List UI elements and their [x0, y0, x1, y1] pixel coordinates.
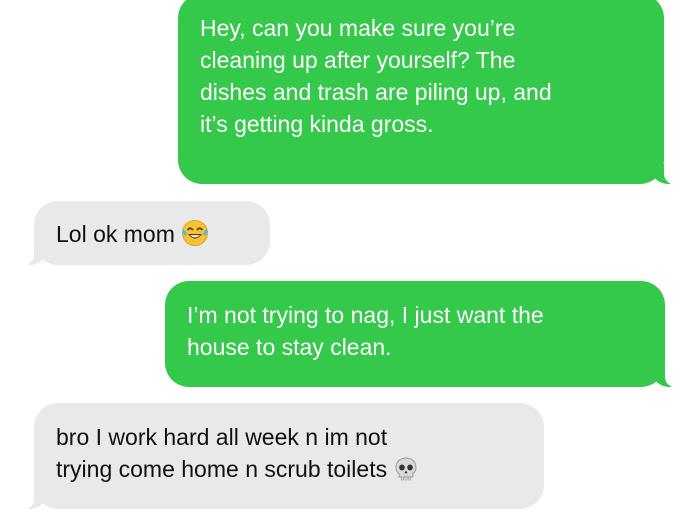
message-thread: Hey, can you make sure you’re cleaning u… [0, 0, 700, 524]
message-line: Hey, can you make sure you’re [200, 15, 516, 41]
face-with-tears-of-joy-icon [181, 219, 209, 255]
sent-message-bubble[interactable]: Hey, can you make sure you’re cleaning u… [178, 0, 680, 184]
bubble-tail [653, 365, 681, 387]
message-line: dishes and trash are piling up, and [200, 79, 552, 105]
received-message-bubble[interactable]: Lol ok mom [18, 201, 270, 265]
message-line: house to stay clean. [187, 334, 392, 360]
message-line: Lol ok mom [56, 218, 246, 255]
message-line: cleaning up after yourself? The [200, 47, 516, 73]
bubble-tail [18, 487, 46, 509]
message-line: trying come home n scrub toilets [56, 453, 520, 490]
message-line: I’m not trying to nag, I just want the [187, 302, 544, 328]
message-text: trying come home n scrub toilets [56, 456, 388, 482]
bubble-tail [18, 243, 46, 265]
bubble-tail [652, 162, 680, 184]
skull-icon [393, 456, 419, 490]
message-line: it’s getting kinda gross. [200, 111, 434, 137]
sent-message-bubble[interactable]: I’m not trying to nag, I just want the h… [165, 281, 681, 387]
received-message-bubble[interactable]: bro I work hard all week n im not trying… [18, 403, 544, 509]
message-text: Lol ok mom [56, 221, 175, 247]
message-line: bro I work hard all week n im not [56, 424, 388, 450]
